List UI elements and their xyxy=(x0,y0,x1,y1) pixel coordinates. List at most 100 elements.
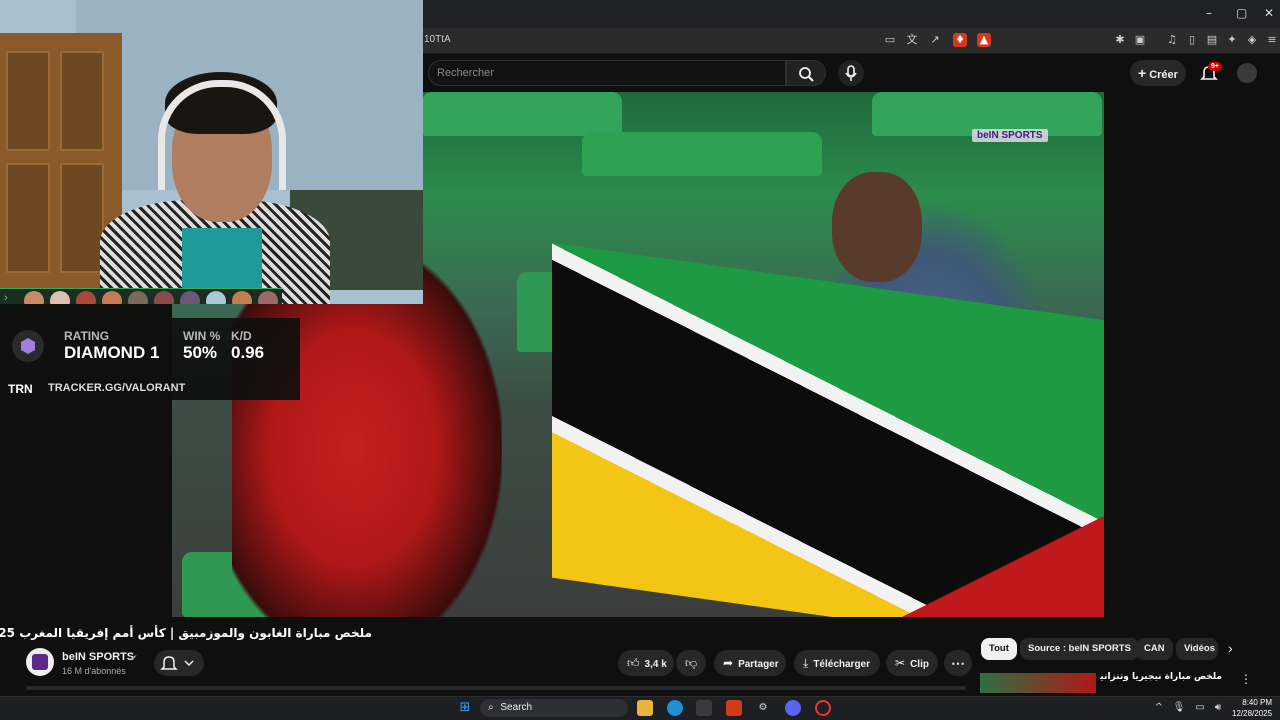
scissors-icon: ✂ xyxy=(895,656,906,670)
agent-portrait xyxy=(50,291,70,304)
file-explorer-icon[interactable] xyxy=(637,700,653,716)
bell-icon xyxy=(160,656,194,670)
menu-icon[interactable]: ≡ xyxy=(1265,33,1279,47)
webcam-overlay: › xyxy=(0,0,423,304)
agent-portrait xyxy=(258,291,278,304)
search-button[interactable] xyxy=(786,60,826,86)
share-page-icon[interactable]: ↗ xyxy=(928,33,942,47)
tracker-url: TRACKER.GG/VALORANT xyxy=(48,382,186,394)
discord-icon[interactable] xyxy=(785,700,801,716)
brave-shields-icon[interactable]: ♦ xyxy=(953,33,967,47)
trn-logo: TRN xyxy=(8,382,33,396)
windows-start-icon[interactable]: ⊞ xyxy=(457,700,473,716)
thumbs-up-icon: 👍︎ xyxy=(627,656,640,670)
recommended-video-thumbnail[interactable] xyxy=(980,673,1096,693)
video-title: ملخص مباراة الغابون والموزمبيق | كأس أمم… xyxy=(0,626,372,640)
thumbs-down-icon: 👎︎ xyxy=(685,656,698,670)
clock-date: 12/28/2025 xyxy=(1232,709,1273,718)
address-bar-text[interactable]: 10TtA xyxy=(424,34,451,45)
subscriber-count: 16 M d'abonnés xyxy=(62,666,126,676)
chip-can[interactable]: CAN xyxy=(1136,638,1173,660)
clip-button[interactable]: ✂ Clip xyxy=(886,650,938,676)
search-icon xyxy=(799,67,814,82)
volume-icon[interactable]: 🔊︎ xyxy=(1210,700,1226,716)
agent-portrait xyxy=(154,291,174,304)
plus-icon: + xyxy=(1138,65,1147,81)
recommendation-menu-icon[interactable]: ⋮ xyxy=(1240,672,1252,686)
rating-value: DIAMOND 1 xyxy=(64,343,160,362)
rating-label: RATING xyxy=(64,329,110,343)
tray-chevron-up-icon[interactable]: ^ xyxy=(1151,700,1167,716)
agent-portrait xyxy=(206,291,226,304)
microphone-icon xyxy=(845,65,857,81)
valorant-client-icon[interactable] xyxy=(815,700,831,716)
steam-icon[interactable]: ⚙ xyxy=(755,700,771,716)
chip-videos[interactable]: Vidéos xyxy=(1176,638,1218,660)
voice-search-button[interactable] xyxy=(838,60,864,86)
download-icon: ⤓ xyxy=(803,656,809,670)
extensions-icon[interactable]: ✱ xyxy=(1113,33,1127,47)
agent-portrait xyxy=(102,291,122,304)
close-button[interactable]: ✕ xyxy=(1264,6,1274,20)
win-rate-label: WIN % xyxy=(183,329,221,343)
valorant-tracker-widget: RATING DIAMOND 1 WIN % 50% K/D 0.96 TRN … xyxy=(0,318,300,400)
display-tray-icon[interactable]: ▭ xyxy=(1192,700,1208,716)
sidebar-icon[interactable]: ▣ xyxy=(1133,33,1147,47)
screen: { "window": {"minimize_glyph":"–","maxim… xyxy=(0,0,1280,720)
brave-browser-icon[interactable] xyxy=(726,700,742,716)
minimize-button[interactable]: – xyxy=(1206,6,1212,20)
download-label: Télécharger xyxy=(813,659,871,670)
channel-name[interactable]: beIN SPORTS xyxy=(62,651,134,663)
search-icon: ⌕ xyxy=(488,702,494,713)
video-scene-face xyxy=(832,172,922,282)
search-input[interactable]: Rechercher xyxy=(428,60,786,86)
create-button[interactable]: + Créer xyxy=(1130,60,1186,86)
account-avatar[interactable] xyxy=(1237,63,1257,83)
microphone-tray-icon[interactable]: 🎙︎ xyxy=(1171,700,1187,716)
more-actions-button[interactable]: ⋯ xyxy=(944,650,972,676)
rank-icon xyxy=(12,330,44,362)
vpn-shield-icon[interactable]: ◈ xyxy=(1245,33,1259,47)
subscribed-notifications-button[interactable] xyxy=(154,650,204,676)
channel-watermark: beIN SPORTS xyxy=(972,129,1048,142)
chip-tout[interactable]: Tout xyxy=(981,638,1017,660)
arrow-right-icon: › xyxy=(4,292,8,304)
like-count: 3,4 k xyxy=(644,659,667,670)
taskbar-search[interactable]: ⌕ Search xyxy=(480,699,628,717)
notification-count-badge: 9+ xyxy=(1208,62,1222,71)
recommended-video-title[interactable]: ملخص مباراة نيجيريا وتنزانيا | كأس أمم إ… xyxy=(1100,672,1222,682)
share-button[interactable]: ➦ Partager xyxy=(714,650,786,676)
maximize-button[interactable]: ▢ xyxy=(1236,6,1247,20)
translate-icon[interactable]: 文 xyxy=(905,33,919,47)
headset-icon xyxy=(158,80,286,190)
create-label: Créer xyxy=(1149,69,1178,81)
cast-icon[interactable]: ▭ xyxy=(883,33,897,47)
download-button[interactable]: ⤓ Télécharger xyxy=(794,650,880,676)
agent-portrait xyxy=(180,291,200,304)
chip-source[interactable]: Source : beIN SPORTS xyxy=(1020,638,1139,660)
media-icon[interactable]: ♫ xyxy=(1165,33,1179,47)
brave-rewards-icon[interactable]: ▲ xyxy=(977,33,991,47)
chevron-right-icon[interactable]: › xyxy=(1228,640,1233,656)
store-icon[interactable] xyxy=(696,700,712,716)
share-icon: ➦ xyxy=(723,656,734,670)
win-rate-value: 50% xyxy=(183,343,218,362)
agent-portrait xyxy=(76,291,96,304)
taskbar-clock[interactable]: 8:40 PM 12/28/2025 xyxy=(1232,697,1272,719)
verified-badge-icon: ✔ xyxy=(130,653,138,663)
agent-portrait-strip: › xyxy=(0,288,282,304)
clip-label: Clip xyxy=(910,659,929,670)
wallet-icon[interactable]: ▤ xyxy=(1205,33,1219,47)
agent-portrait xyxy=(24,291,44,304)
stadium-seat xyxy=(422,92,622,136)
taskbar-search-label: Search xyxy=(500,702,533,713)
reader-icon[interactable]: ▯ xyxy=(1185,33,1199,47)
clock-time: 8:40 PM xyxy=(1242,698,1273,707)
like-button[interactable]: 👍︎ 3,4 k xyxy=(618,650,674,676)
edge-browser-icon[interactable] xyxy=(667,700,683,716)
search-placeholder: Rechercher xyxy=(437,67,494,79)
channel-avatar[interactable] xyxy=(26,648,54,676)
dislike-button[interactable]: 👎︎ xyxy=(676,650,706,676)
leo-ai-icon[interactable]: ✦ xyxy=(1225,33,1239,47)
share-label: Partager xyxy=(738,659,779,670)
